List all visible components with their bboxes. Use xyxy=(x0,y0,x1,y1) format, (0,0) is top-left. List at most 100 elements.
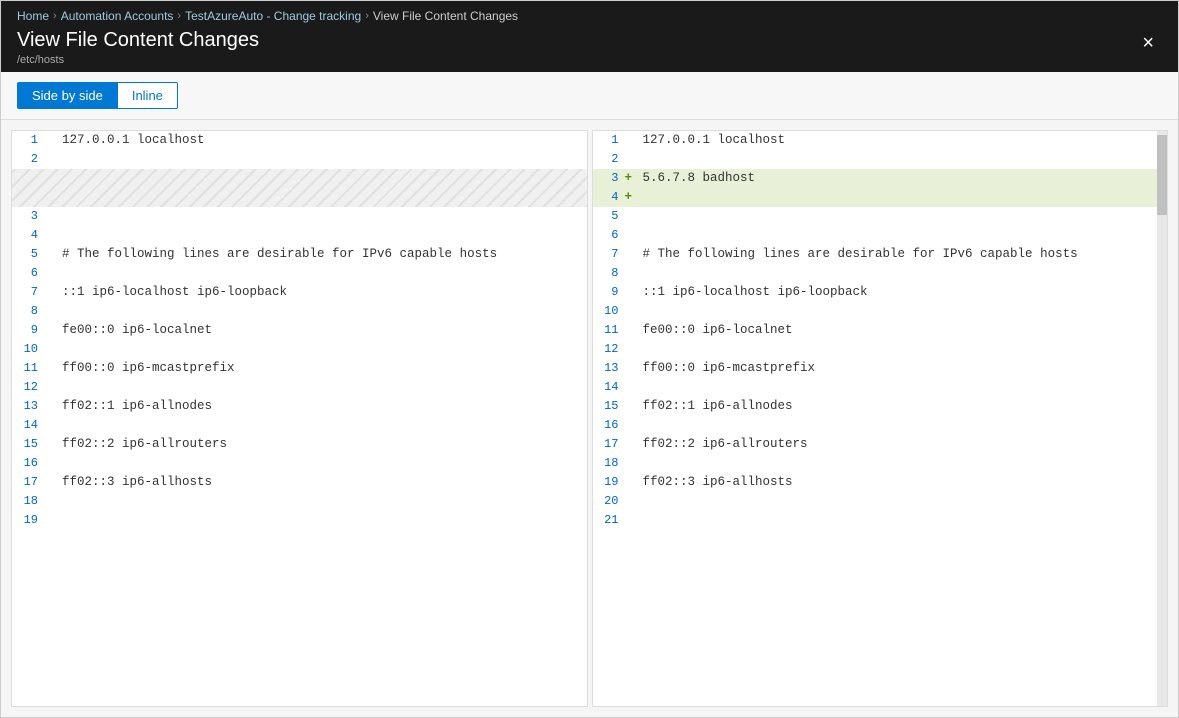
line-content: ::1 ip6-localhost ip6-loopback xyxy=(639,283,868,302)
line-number: 17 xyxy=(593,435,625,454)
right-line-row: 8 xyxy=(593,264,1158,283)
line-number: 18 xyxy=(593,454,625,473)
line-marker xyxy=(625,264,639,283)
right-scrollbar[interactable] xyxy=(1157,131,1167,706)
line-marker xyxy=(625,416,639,435)
line-number: 4 xyxy=(12,226,44,245)
line-marker xyxy=(44,340,58,359)
line-number: 13 xyxy=(12,397,44,416)
line-content xyxy=(58,264,62,283)
left-line-row: 7::1 ip6-localhost ip6-loopback xyxy=(12,283,587,302)
line-number: 2 xyxy=(593,150,625,169)
line-content xyxy=(639,511,643,530)
line-marker: + xyxy=(625,169,639,188)
right-line-row: 2 xyxy=(593,150,1158,169)
left-line-row: 3 xyxy=(12,207,587,226)
view-mode-toolbar: Side by side Inline xyxy=(1,72,1178,120)
line-marker xyxy=(625,226,639,245)
line-content xyxy=(58,302,62,321)
line-marker xyxy=(625,378,639,397)
modal-header: Home › Automation Accounts › TestAzureAu… xyxy=(1,1,1178,72)
line-content: ff02::3 ip6-allhosts xyxy=(58,473,212,492)
line-number: 10 xyxy=(12,340,44,359)
breadcrumb-current: View File Content Changes xyxy=(373,9,518,23)
line-number: 14 xyxy=(593,378,625,397)
line-marker xyxy=(625,302,639,321)
line-marker xyxy=(625,397,639,416)
line-number: 12 xyxy=(593,340,625,359)
left-line-row: 8 xyxy=(12,302,587,321)
breadcrumb-automation-accounts[interactable]: Automation Accounts xyxy=(61,9,174,23)
line-number: 12 xyxy=(12,378,44,397)
right-line-row: 5 xyxy=(593,207,1158,226)
right-line-row: 21 xyxy=(593,511,1158,530)
tab-side-by-side[interactable]: Side by side xyxy=(17,82,118,109)
line-number: 19 xyxy=(593,473,625,492)
line-marker xyxy=(625,454,639,473)
right-line-row: 16 xyxy=(593,416,1158,435)
line-content xyxy=(639,150,643,169)
close-button[interactable]: × xyxy=(1134,29,1162,57)
modal-overlay: Home › Automation Accounts › TestAzureAu… xyxy=(0,0,1179,718)
right-line-row: 14 xyxy=(593,378,1158,397)
line-content xyxy=(58,492,62,511)
line-number: 16 xyxy=(593,416,625,435)
right-line-row: 3+5.6.7.8 badhost xyxy=(593,169,1158,188)
line-marker xyxy=(44,473,58,492)
line-marker xyxy=(44,264,58,283)
line-content: ff02::1 ip6-allnodes xyxy=(58,397,212,416)
right-diff-pane[interactable]: 1127.0.0.1 localhost23+5.6.7.8 badhost4+… xyxy=(593,131,1158,706)
line-marker xyxy=(44,416,58,435)
breadcrumb-home[interactable]: Home xyxy=(17,9,49,23)
modal-title-row: View File Content Changes /etc/hosts × xyxy=(17,29,1162,66)
line-number: 1 xyxy=(12,131,44,150)
breadcrumb-sep-3: › xyxy=(365,10,369,22)
line-content: # The following lines are desirable for … xyxy=(639,245,1078,264)
line-number: 21 xyxy=(593,511,625,530)
line-content xyxy=(639,207,643,226)
scrollbar-thumb xyxy=(1157,135,1167,215)
line-marker xyxy=(44,245,58,264)
line-content: ff02::2 ip6-allrouters xyxy=(58,435,227,454)
line-marker xyxy=(44,454,58,473)
line-number: 15 xyxy=(12,435,44,454)
line-marker xyxy=(44,150,58,169)
line-content xyxy=(58,340,62,359)
right-line-row: 9::1 ip6-localhost ip6-loopback xyxy=(593,283,1158,302)
line-number: 19 xyxy=(12,511,44,530)
line-number: 6 xyxy=(593,226,625,245)
line-number: 4 xyxy=(593,188,625,207)
line-marker xyxy=(625,131,639,150)
line-content: ff02::2 ip6-allrouters xyxy=(639,435,808,454)
left-line-row: 11ff00::0 ip6-mcastprefix xyxy=(12,359,587,378)
line-marker xyxy=(44,207,58,226)
line-content xyxy=(58,511,62,530)
line-number: 20 xyxy=(593,492,625,511)
line-number: 15 xyxy=(593,397,625,416)
line-number: 8 xyxy=(12,302,44,321)
line-number: 16 xyxy=(12,454,44,473)
line-content xyxy=(58,226,62,245)
line-number: 13 xyxy=(593,359,625,378)
line-number: 9 xyxy=(593,283,625,302)
line-content: ff00::0 ip6-mcastprefix xyxy=(639,359,816,378)
left-line-row: 4 xyxy=(12,226,587,245)
line-number: 3 xyxy=(593,169,625,188)
line-marker xyxy=(44,226,58,245)
line-content: ff02::3 ip6-allhosts xyxy=(639,473,793,492)
line-marker xyxy=(44,321,58,340)
line-content xyxy=(639,454,643,473)
line-marker xyxy=(44,492,58,511)
line-marker xyxy=(625,283,639,302)
line-marker xyxy=(625,492,639,511)
line-number: 18 xyxy=(12,492,44,511)
tab-inline[interactable]: Inline xyxy=(118,82,178,109)
right-line-row: 13 ff00::0 ip6-mcastprefix xyxy=(593,359,1158,378)
breadcrumb-change-tracking[interactable]: TestAzureAuto - Change tracking xyxy=(185,9,361,23)
line-number: 10 xyxy=(593,302,625,321)
line-number: 3 xyxy=(12,207,44,226)
left-diff-pane[interactable]: 1127.0.0.1 localhost2 345# The following… xyxy=(12,131,587,706)
line-marker xyxy=(44,283,58,302)
line-marker xyxy=(625,150,639,169)
line-content xyxy=(639,188,643,207)
